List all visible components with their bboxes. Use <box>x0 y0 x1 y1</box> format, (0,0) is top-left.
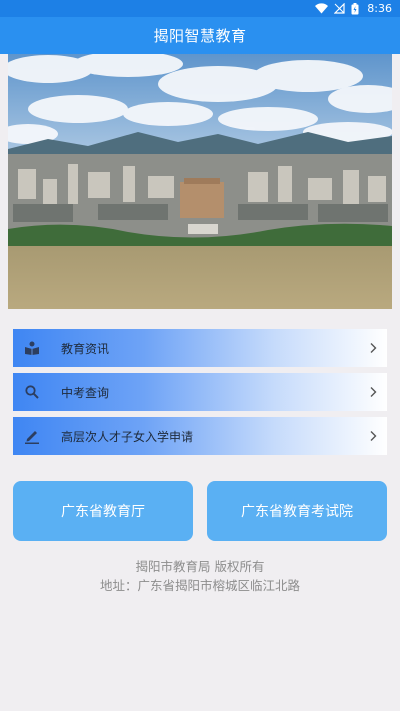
menu-item-talent-children-enrollment[interactable]: 高层次人才子女入学申请 <box>13 417 387 455</box>
guangdong-exam-authority-button[interactable]: 广东省教育考试院 <box>207 481 387 541</box>
address-text: 地址：广东省揭阳市榕城区临江北路 <box>99 578 300 593</box>
reading-book-icon <box>13 329 51 367</box>
app-title: 揭阳智慧教育 <box>153 27 247 45</box>
menu-item-education-news[interactable]: 教育资讯 <box>13 329 387 367</box>
city-aerial-banner[interactable] <box>8 54 392 309</box>
menu-label-exam-query: 中考查询 <box>61 385 110 400</box>
wifi-icon <box>315 3 329 14</box>
no-signal-icon <box>334 3 345 14</box>
copyright-text: 揭阳市教育局 版权所有 <box>135 559 265 574</box>
chevron-right-icon <box>359 386 387 398</box>
menu-label-talent-children-enrollment: 高层次人才子女入学申请 <box>61 429 194 444</box>
battery-icon <box>351 2 359 15</box>
menu-label-education-news: 教育资讯 <box>61 341 110 356</box>
menu-item-exam-query[interactable]: 中考查询 <box>13 373 387 411</box>
pen-edit-icon <box>13 417 51 455</box>
chevron-right-icon <box>359 342 387 354</box>
status-bar: 8:36 <box>0 0 400 17</box>
app-bar: 揭阳智慧教育 <box>0 17 400 54</box>
search-icon <box>13 373 51 411</box>
status-time: 8:36 <box>367 2 392 15</box>
chevron-right-icon <box>359 430 387 442</box>
guangdong-education-dept-button[interactable]: 广东省教育厅 <box>13 481 193 541</box>
